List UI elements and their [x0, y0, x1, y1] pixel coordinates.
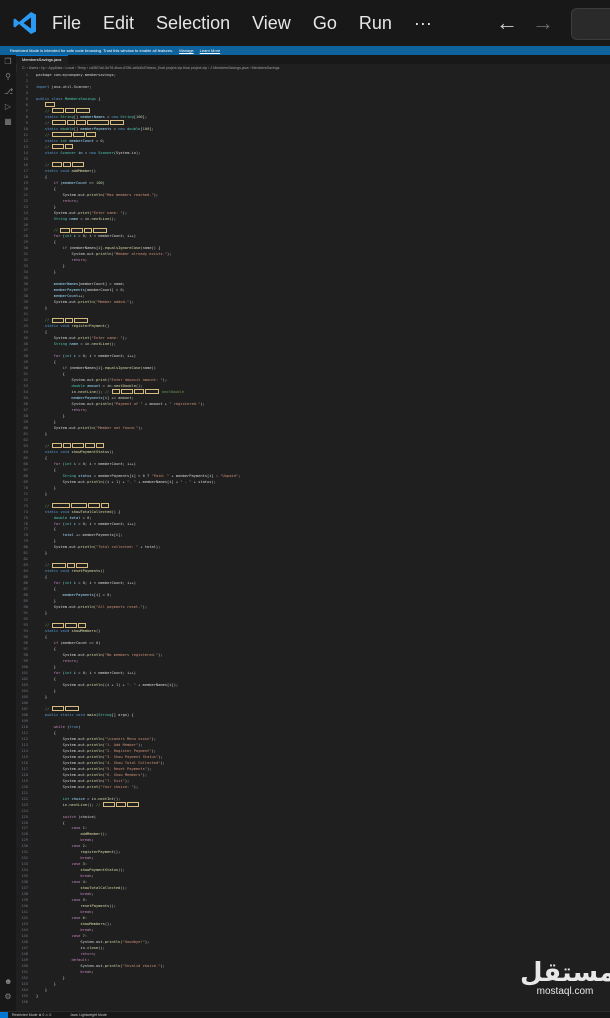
arrow-right-icon[interactable]: →: [532, 10, 554, 36]
tab-bar: MembersSavings.java: [16, 55, 610, 64]
restricted-mode-banner: Restricted Mode is intended for safe cod…: [0, 46, 610, 55]
unicode-highlight-box: [84, 443, 95, 449]
unicode-highlight-box: [70, 503, 87, 509]
extensions-icon[interactable]: ▦: [4, 118, 12, 126]
unicode-highlight-box: [100, 503, 109, 509]
title-bar: File Edit Selection View Go Run ··· ← →: [0, 0, 610, 46]
watermark-arabic: مستقل: [520, 958, 610, 988]
unicode-highlight-box: [126, 802, 139, 808]
gear-icon[interactable]: ⚙: [4, 993, 12, 1001]
unicode-highlight-box: [133, 389, 144, 395]
search-icon[interactable]: ⚲: [4, 73, 12, 81]
unicode-highlight-box: [77, 622, 86, 628]
arrow-left-icon[interactable]: ←: [496, 10, 518, 36]
tab-label: MembersSavings.java: [22, 57, 62, 62]
menu-item-3[interactable]: View: [252, 13, 291, 34]
unicode-highlight-box: [51, 317, 64, 323]
breadcrumb[interactable]: C: › Users › hp › AppData › Local › Temp…: [16, 64, 610, 72]
unicode-highlight-box: [51, 503, 70, 509]
activity-bar: ❐ ⚲ ⎇ ▷ ▦ ☻ ⚙: [0, 55, 17, 1011]
unicode-highlight-box: [72, 132, 85, 138]
unicode-highlight-box: [71, 162, 84, 168]
learn-more-link[interactable]: Learn More: [200, 48, 220, 53]
line-number: 156: [21, 999, 28, 1004]
unicode-highlight-box: [64, 144, 73, 150]
watermark-logo: مستقل mostaql.com: [520, 960, 610, 998]
unicode-highlight-box: [85, 132, 96, 138]
status-left[interactable]: Restricted Mode ⊗ 0 ⚠ 0: [12, 1012, 51, 1018]
code-editor[interactable]: 1 package com.mycompany.membersavings; 2 3 i…: [16, 72, 610, 1011]
status-right[interactable]: Java: Lightweight Mode: [70, 1012, 107, 1018]
unicode-highlight-box: [120, 389, 133, 395]
command-center-search[interactable]: [571, 8, 610, 40]
unicode-highlight-box: [84, 227, 93, 233]
unicode-highlight-box: [93, 227, 108, 233]
unicode-highlight-box: [71, 227, 84, 233]
unicode-highlight-box: [60, 227, 71, 233]
unicode-highlight-box: [75, 108, 90, 114]
unicode-highlight-box: [66, 120, 75, 126]
unicode-highlight-box: [66, 562, 75, 568]
menu-item-1[interactable]: Edit: [103, 13, 134, 34]
unicode-highlight-box: [75, 120, 86, 126]
menu-item-5[interactable]: Run: [359, 13, 392, 34]
banner-text: Restricted Mode is intended for safe cod…: [10, 48, 174, 53]
menu-bar: File Edit Selection View Go Run ···: [52, 13, 454, 34]
remote-indicator[interactable]: [0, 1012, 8, 1018]
menu-item-4[interactable]: Go: [313, 13, 337, 34]
source-control-icon[interactable]: ⎇: [4, 88, 13, 96]
menu-item-6[interactable]: ···: [414, 13, 432, 34]
unicode-highlight-box: [51, 144, 64, 150]
unicode-highlight-box: [51, 443, 62, 449]
unicode-highlight-box: [64, 622, 77, 628]
unicode-highlight-box: [44, 102, 55, 108]
unicode-highlight-box: [71, 443, 84, 449]
unicode-highlight-box: [64, 108, 75, 114]
unicode-highlight-box: [109, 120, 124, 126]
run-debug-icon[interactable]: ▷: [4, 103, 12, 111]
unicode-highlight-box: [51, 562, 66, 568]
unicode-highlight-box: [75, 562, 88, 568]
explorer-icon[interactable]: ❐: [4, 58, 12, 66]
unicode-highlight-box: [51, 706, 64, 712]
unicode-highlight-box: [51, 108, 64, 114]
menu-item-2[interactable]: Selection: [156, 13, 230, 34]
unicode-highlight-box: [62, 443, 71, 449]
unicode-highlight-box: [111, 389, 120, 395]
unicode-highlight-box: [64, 706, 79, 712]
tab-memberssavings[interactable]: MembersSavings.java: [16, 55, 68, 64]
unicode-highlight-box: [51, 120, 66, 126]
unicode-highlight-box: [51, 622, 64, 628]
unicode-highlight-box: [64, 317, 73, 323]
code-line[interactable]: 156: [16, 999, 610, 1005]
unicode-highlight-box: [95, 443, 104, 449]
vscode-logo-icon: [13, 12, 36, 34]
account-icon[interactable]: ☻: [4, 978, 12, 986]
unicode-highlight-box: [62, 162, 71, 168]
unicode-highlight-box: [144, 389, 159, 395]
manage-link[interactable]: Manage: [179, 48, 193, 53]
menu-item-0[interactable]: File: [52, 13, 81, 34]
unicode-highlight-box: [51, 132, 72, 138]
unicode-highlight-box: [51, 162, 62, 168]
unicode-highlight-box: [102, 802, 115, 808]
unicode-highlight-box: [86, 120, 109, 126]
unicode-highlight-box: [73, 317, 88, 323]
unicode-highlight-box: [115, 802, 126, 808]
unicode-highlight-box: [87, 503, 100, 509]
